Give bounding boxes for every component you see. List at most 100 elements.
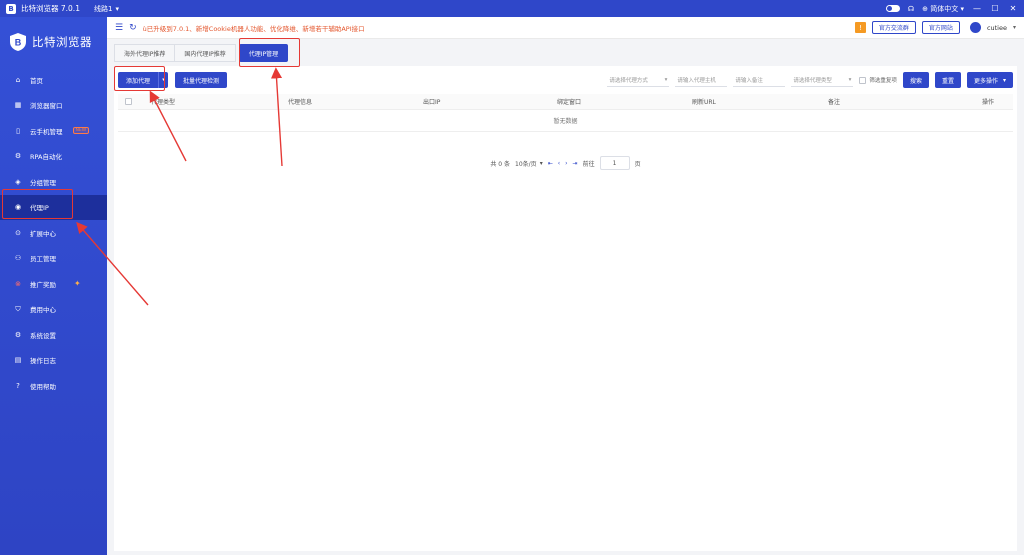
grid-icon: ▦ bbox=[14, 101, 22, 110]
community-button[interactable]: 官方交流群 bbox=[871, 21, 916, 34]
language-label: 简体中文 bbox=[930, 4, 959, 13]
sidebar-item-label: 员工管理 bbox=[30, 255, 56, 264]
proxy-type-select[interactable]: 请选择代理类型 ▾ bbox=[791, 73, 854, 87]
sidebar-item-rewards[interactable]: ⊗ 推广奖励 ✦ bbox=[0, 271, 107, 297]
empty-state: 暂无数据 bbox=[118, 110, 1013, 132]
maximize-button[interactable]: ☐ bbox=[990, 4, 1000, 13]
next-page-icon[interactable]: › bbox=[565, 160, 567, 167]
sidebar-item-label: 费用中心 bbox=[30, 306, 56, 315]
pagination: 共 0 条 10条/页 ▾ ⇤ ‹ › ⇥ 前往 1 页 bbox=[114, 156, 1017, 170]
reward-icon: ⊗ bbox=[15, 279, 21, 288]
theme-toggle[interactable] bbox=[885, 5, 900, 12]
page-size-select[interactable]: 10条/页 ▾ bbox=[515, 159, 543, 168]
chevron-down-icon[interactable]: ▾ bbox=[1013, 24, 1016, 31]
sidebar-item-label: 扩展中心 bbox=[30, 229, 56, 238]
app-logo-icon: B bbox=[6, 3, 16, 14]
column-proxy-info: 代理信息 bbox=[288, 99, 313, 106]
brand: B 比特浏览器 bbox=[0, 17, 107, 67]
line-select[interactable]: 线路1 ▾ bbox=[94, 4, 119, 14]
sidebar-item-label: 系统设置 bbox=[30, 331, 56, 340]
svg-text:B: B bbox=[15, 38, 22, 48]
dedupe-label: 筛选重复项 bbox=[869, 78, 897, 84]
more-actions-button[interactable]: 更多操作 ▾ bbox=[966, 72, 1013, 88]
remark-input[interactable]: 请输入备注 bbox=[733, 73, 786, 87]
checkbox-box[interactable] bbox=[859, 76, 867, 84]
tab-overseas-proxy[interactable]: 海外代理IP推荐 bbox=[114, 44, 176, 62]
proxy-panel: 添加代理 ▾ 批量代理检测 请选择代理方式 ▾ 请输入代理主机 请输入备注 请选… bbox=[114, 66, 1017, 551]
column-actions: 操作 bbox=[982, 99, 995, 106]
chevron-down-icon: ▾ bbox=[960, 4, 964, 13]
window-titlebar: B 比特浏览器 7.0.1 线路1 ▾ ☊ ⊕ 简体中文 ▾ — ☐ ✕ bbox=[0, 0, 1024, 17]
wallet-icon: ⛉ bbox=[15, 304, 21, 313]
reset-button[interactable]: 重置 bbox=[934, 72, 961, 88]
sidebar-item-extensions[interactable]: ⊙ 扩展中心 bbox=[0, 220, 107, 246]
sidebar-item-rpa[interactable]: ⚙ RPA自动化 bbox=[0, 144, 107, 170]
close-button[interactable]: ✕ bbox=[1008, 4, 1018, 13]
users-icon: ⚇ bbox=[14, 254, 22, 263]
sidebar-item-settings[interactable]: ⚙ 系统设置 bbox=[0, 322, 107, 348]
sidebar-item-label: 使用帮助 bbox=[30, 382, 56, 391]
sparkle-icon: ✦ bbox=[74, 279, 81, 289]
tab-domestic-proxy[interactable]: 国内代理IP推荐 bbox=[174, 44, 236, 62]
batch-check-button[interactable]: 批量代理检测 bbox=[175, 72, 228, 88]
top-header: ☰ ↻ ù已升级到7.0.1、新增Cookie机器人功能、优化降维、新增若干辅助… bbox=[107, 17, 1024, 39]
line-select-label: 线路1 bbox=[93, 4, 113, 13]
search-button[interactable]: 搜索 bbox=[902, 72, 929, 88]
column-proxy-type: 代理类型 bbox=[151, 99, 176, 106]
minimize-button[interactable]: — bbox=[972, 4, 982, 13]
proxy-method-select[interactable]: 请选择代理方式 ▾ bbox=[607, 73, 670, 87]
page-size-label: 10条/页 bbox=[515, 160, 537, 168]
headset-icon[interactable]: ☊ bbox=[908, 5, 914, 13]
app-title: 比特浏览器 7.0.1 bbox=[21, 4, 80, 13]
sidebar-item-label: 云手机管理 bbox=[30, 127, 63, 136]
toolbar: 添加代理 ▾ 批量代理检测 请选择代理方式 ▾ 请输入代理主机 请输入备注 请选… bbox=[114, 71, 1017, 89]
chevron-down-icon: ▾ bbox=[115, 4, 119, 13]
more-actions-label: 更多操作 bbox=[973, 77, 998, 85]
sidebar-item-logs[interactable]: ▤ 操作日志 bbox=[0, 348, 107, 374]
column-bound-window: 绑定窗口 bbox=[557, 99, 582, 106]
settings-icon: ⚙ bbox=[14, 330, 22, 339]
phone-icon: ▯ bbox=[16, 126, 20, 135]
page-unit-label: 页 bbox=[634, 160, 641, 168]
column-refresh-url: 刷新URL bbox=[692, 99, 716, 106]
sidebar-item-label: RPA自动化 bbox=[30, 153, 62, 162]
main-content: 海外代理IP推荐 国内代理IP推荐 代理IP管理 添加代理 ▾ 批量代理检测 请… bbox=[107, 39, 1024, 555]
proxy-host-input[interactable]: 请输入代理主机 bbox=[675, 73, 728, 87]
sidebar-item-browser-windows[interactable]: ▦ 浏览器窗口 bbox=[0, 93, 107, 119]
chevron-down-icon: ▾ bbox=[539, 159, 543, 167]
dedupe-checkbox[interactable]: 筛选重复项 bbox=[859, 76, 897, 84]
prev-page-icon[interactable]: ‹ bbox=[558, 160, 560, 167]
help-icon: ? bbox=[16, 381, 20, 390]
refresh-icon[interactable]: ↻ bbox=[129, 23, 137, 33]
first-page-icon[interactable]: ⇤ bbox=[548, 160, 553, 167]
table-header: 代理类型 代理信息 出口IP 绑定窗口 刷新URL 备注 操作 bbox=[118, 94, 1013, 110]
sidebar-item-billing[interactable]: ⛉ 费用中心 bbox=[0, 297, 107, 323]
sidebar-item-staff[interactable]: ⚇ 员工管理 bbox=[0, 246, 107, 272]
goto-label: 前往 bbox=[582, 160, 595, 168]
robot-icon: ⚙ bbox=[14, 152, 22, 161]
select-all-checkbox[interactable] bbox=[124, 98, 132, 105]
log-icon: ▤ bbox=[14, 356, 22, 365]
username[interactable]: cutiee bbox=[987, 24, 1007, 32]
page-number-input[interactable]: 1 bbox=[599, 156, 630, 170]
language-select[interactable]: ⊕ 简体中文 ▾ bbox=[922, 4, 964, 14]
total-count: 共 0 条 bbox=[490, 160, 511, 168]
sidebar: B 比特浏览器 ⌂ 首页 ▦ 浏览器窗口 ▯ 云手机管理 NEW ⚙ RPA自动… bbox=[0, 17, 107, 555]
chevron-down-icon: ▾ bbox=[848, 76, 852, 83]
last-page-icon[interactable]: ⇥ bbox=[573, 160, 578, 167]
alert-icon[interactable]: ! bbox=[854, 22, 866, 33]
update-notice: ù已升级到7.0.1、新增Cookie机器人功能、优化降维、新增若干辅助API接… bbox=[143, 23, 365, 33]
sidebar-item-help[interactable]: ? 使用帮助 bbox=[0, 373, 107, 399]
sidebar-item-home[interactable]: ⌂ 首页 bbox=[0, 67, 107, 93]
sidebar-item-cloud-phone[interactable]: ▯ 云手机管理 NEW bbox=[0, 118, 107, 144]
avatar[interactable] bbox=[969, 22, 981, 33]
official-site-button[interactable]: 官方网站 bbox=[921, 21, 960, 34]
sidebar-item-label: 浏览器窗口 bbox=[30, 102, 63, 111]
globe-icon: ⊕ bbox=[922, 4, 929, 13]
layers-icon: ◈ bbox=[15, 177, 21, 186]
menu-fold-icon[interactable]: ☰ bbox=[115, 23, 123, 33]
chevron-down-icon: ▾ bbox=[664, 76, 668, 83]
annotation-box-proxy-ip bbox=[2, 189, 73, 219]
brand-name: 比特浏览器 bbox=[32, 35, 92, 49]
proxy-type-placeholder: 请选择代理类型 bbox=[793, 77, 832, 84]
